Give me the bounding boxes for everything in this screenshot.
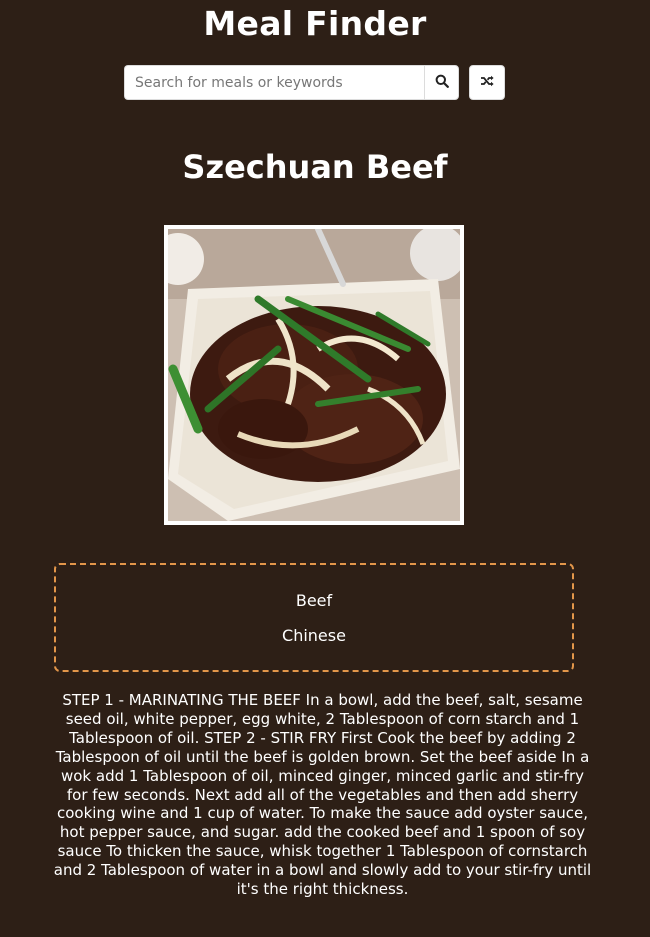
- app-title: Meal Finder: [203, 4, 427, 43]
- meal-title: Szechuan Beef: [182, 148, 448, 186]
- meal-instructions: STEP 1 - MARINATING THE BEEF In a bowl, …: [53, 691, 592, 899]
- meal-finder-page: Meal Finder Szechuan Bee: [0, 0, 650, 937]
- meal-image: [164, 225, 464, 525]
- search-button[interactable]: [424, 65, 459, 100]
- search-icon: [435, 74, 449, 91]
- search-bar: [124, 65, 505, 100]
- meal-category: Beef: [295, 590, 333, 610]
- meal-info-box: Beef Chinese: [54, 563, 574, 672]
- shuffle-icon: [480, 75, 494, 90]
- random-meal-button[interactable]: [469, 65, 505, 100]
- search-input[interactable]: [124, 65, 424, 100]
- meal-area: Chinese: [282, 625, 346, 645]
